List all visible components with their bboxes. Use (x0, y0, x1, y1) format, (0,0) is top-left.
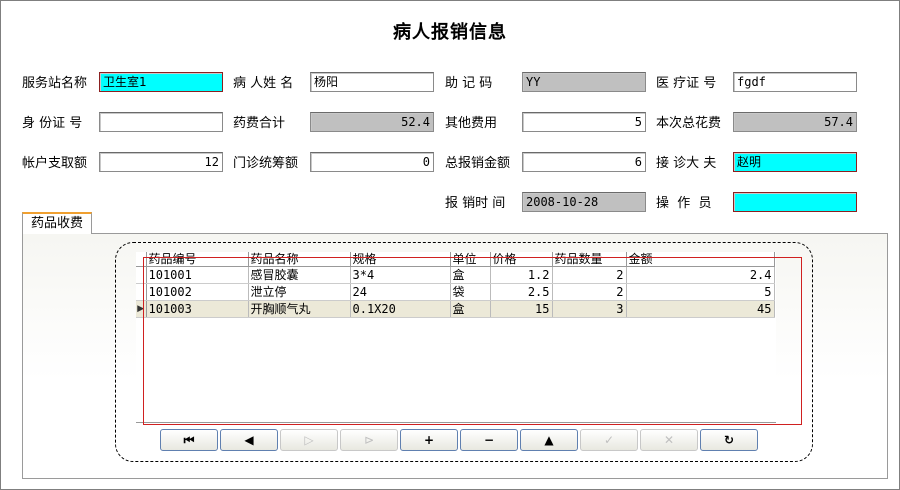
nav-refresh-button[interactable]: ↻ (700, 429, 758, 451)
cancel-x-icon: ✕ (663, 433, 675, 447)
mnemonic-label: 助 记 码 (445, 76, 493, 91)
cell-name[interactable]: 泄立停 (248, 283, 351, 301)
drug-grid[interactable]: 药品编号 药品名称 规格 单位 价格 药品数量 金额 101001 感冒胶囊 3… (136, 252, 776, 423)
prior-record-icon: ◀ (244, 433, 254, 447)
header-qty[interactable]: 药品数量 (552, 252, 627, 267)
first-record-icon: ⏮ (183, 433, 195, 447)
grid-header-row: 药品编号 药品名称 规格 单位 价格 药品数量 金额 (136, 252, 775, 267)
cell-code[interactable]: 101002 (146, 283, 249, 301)
other-fee-field[interactable]: 5 (522, 112, 646, 132)
cell-name[interactable]: 开胸顺气丸 (248, 300, 351, 318)
cell-code[interactable]: 101003 (146, 300, 249, 318)
cell-qty[interactable]: 3 (552, 300, 627, 318)
idcard-field[interactable] (99, 112, 223, 132)
nav-delete-button[interactable]: − (460, 429, 518, 451)
cell-amount[interactable]: 5 (626, 283, 775, 301)
plus-icon: + (423, 433, 435, 447)
reimburse-field[interactable]: 6 (522, 152, 646, 172)
cell-qty[interactable]: 2 (552, 283, 627, 301)
outpatient-label: 门诊统筹额 (233, 156, 299, 171)
cell-unit[interactable]: 袋 (450, 283, 491, 301)
header-amount[interactable]: 金额 (626, 252, 775, 267)
total-cost-label: 本次总花费 (656, 116, 722, 131)
header-drug-name[interactable]: 药品名称 (248, 252, 351, 267)
patient-name-label: 病 人姓 名 (233, 76, 294, 91)
header-unit[interactable]: 单位 (450, 252, 491, 267)
table-row[interactable]: 101002 泄立停 24 袋 2.5 2 5 (136, 283, 775, 301)
other-fee-label: 其他费用 (445, 116, 498, 131)
cell-spec[interactable]: 0.1X20 (350, 300, 451, 318)
page-title: 病人报销信息 (393, 22, 507, 43)
nav-post-button[interactable]: ✓ (580, 429, 638, 451)
reimburse-label: 总报销金额 (445, 156, 511, 171)
header-spec[interactable]: 规格 (350, 252, 451, 267)
nav-cancel-button[interactable]: ✕ (640, 429, 698, 451)
next-record-icon: ▷ (304, 433, 314, 447)
cell-price[interactable]: 2.5 (490, 283, 553, 301)
nav-insert-button[interactable]: + (400, 429, 458, 451)
table-row[interactable]: 101001 感冒胶囊 3*4 盒 1.2 2 2.4 (136, 266, 775, 284)
nav-edit-button[interactable]: ▲ (520, 429, 578, 451)
station-field[interactable]: 卫生室1 (99, 72, 223, 92)
medcard-label: 医 疗证 号 (656, 76, 717, 91)
drug-total-field[interactable]: 52.4 (310, 112, 434, 132)
cell-amount[interactable]: 2.4 (626, 266, 775, 284)
idcard-label: 身 份证 号 (22, 116, 83, 131)
header-price[interactable]: 价格 (490, 252, 553, 267)
total-cost-field[interactable]: 57.4 (733, 112, 857, 132)
last-record-icon: ⊳ (363, 433, 375, 447)
mnemonic-field[interactable]: YY (522, 72, 646, 92)
row-indicator (136, 266, 147, 284)
drug-total-label: 药费合计 (233, 116, 286, 131)
nav-last-button[interactable]: ⊳ (340, 429, 398, 451)
nav-first-button[interactable]: ⏮ (160, 429, 218, 451)
patient-name-field[interactable]: 杨阳 (310, 72, 434, 92)
table-row-selected[interactable]: ▶ 101003 开胸顺气丸 0.1X20 盒 15 3 45 (136, 300, 775, 318)
operator-label: 操 作 员 (656, 196, 712, 211)
reimburse-time-label: 报 销时 间 (445, 196, 506, 211)
cell-qty[interactable]: 2 (552, 266, 627, 284)
minus-icon: − (483, 433, 495, 447)
account-field[interactable]: 12 (99, 152, 223, 172)
reimburse-time-field[interactable]: 2008-10-28 (522, 192, 646, 212)
current-row-arrow-icon: ▶ (136, 300, 147, 318)
station-label: 服务站名称 (22, 76, 88, 91)
doctor-field[interactable]: 赵明 (733, 152, 857, 172)
grid-indicator-header (136, 252, 147, 267)
doctor-label: 接 诊大 夫 (656, 156, 717, 171)
account-label: 帐户支取额 (22, 156, 88, 171)
header-drug-code[interactable]: 药品编号 (146, 252, 249, 267)
operator-field[interactable] (733, 192, 857, 212)
row-indicator (136, 283, 147, 301)
medcard-field[interactable]: fgdf (733, 72, 857, 92)
cell-spec[interactable]: 3*4 (350, 266, 451, 284)
cell-name[interactable]: 感冒胶囊 (248, 266, 351, 284)
cell-spec[interactable]: 24 (350, 283, 451, 301)
check-icon: ✓ (603, 433, 615, 447)
cell-price[interactable]: 1.2 (490, 266, 553, 284)
edit-triangle-icon: ▲ (544, 433, 554, 447)
tab-drug-charges[interactable]: 药品收费 (22, 212, 92, 234)
refresh-icon: ↻ (723, 433, 735, 447)
nav-next-button[interactable]: ▷ (280, 429, 338, 451)
cell-amount[interactable]: 45 (626, 300, 775, 318)
cell-price[interactable]: 15 (490, 300, 553, 318)
cell-unit[interactable]: 盒 (450, 266, 491, 284)
outpatient-field[interactable]: 0 (310, 152, 434, 172)
nav-prior-button[interactable]: ◀ (220, 429, 278, 451)
cell-code[interactable]: 101001 (146, 266, 249, 284)
cell-unit[interactable]: 盒 (450, 300, 491, 318)
